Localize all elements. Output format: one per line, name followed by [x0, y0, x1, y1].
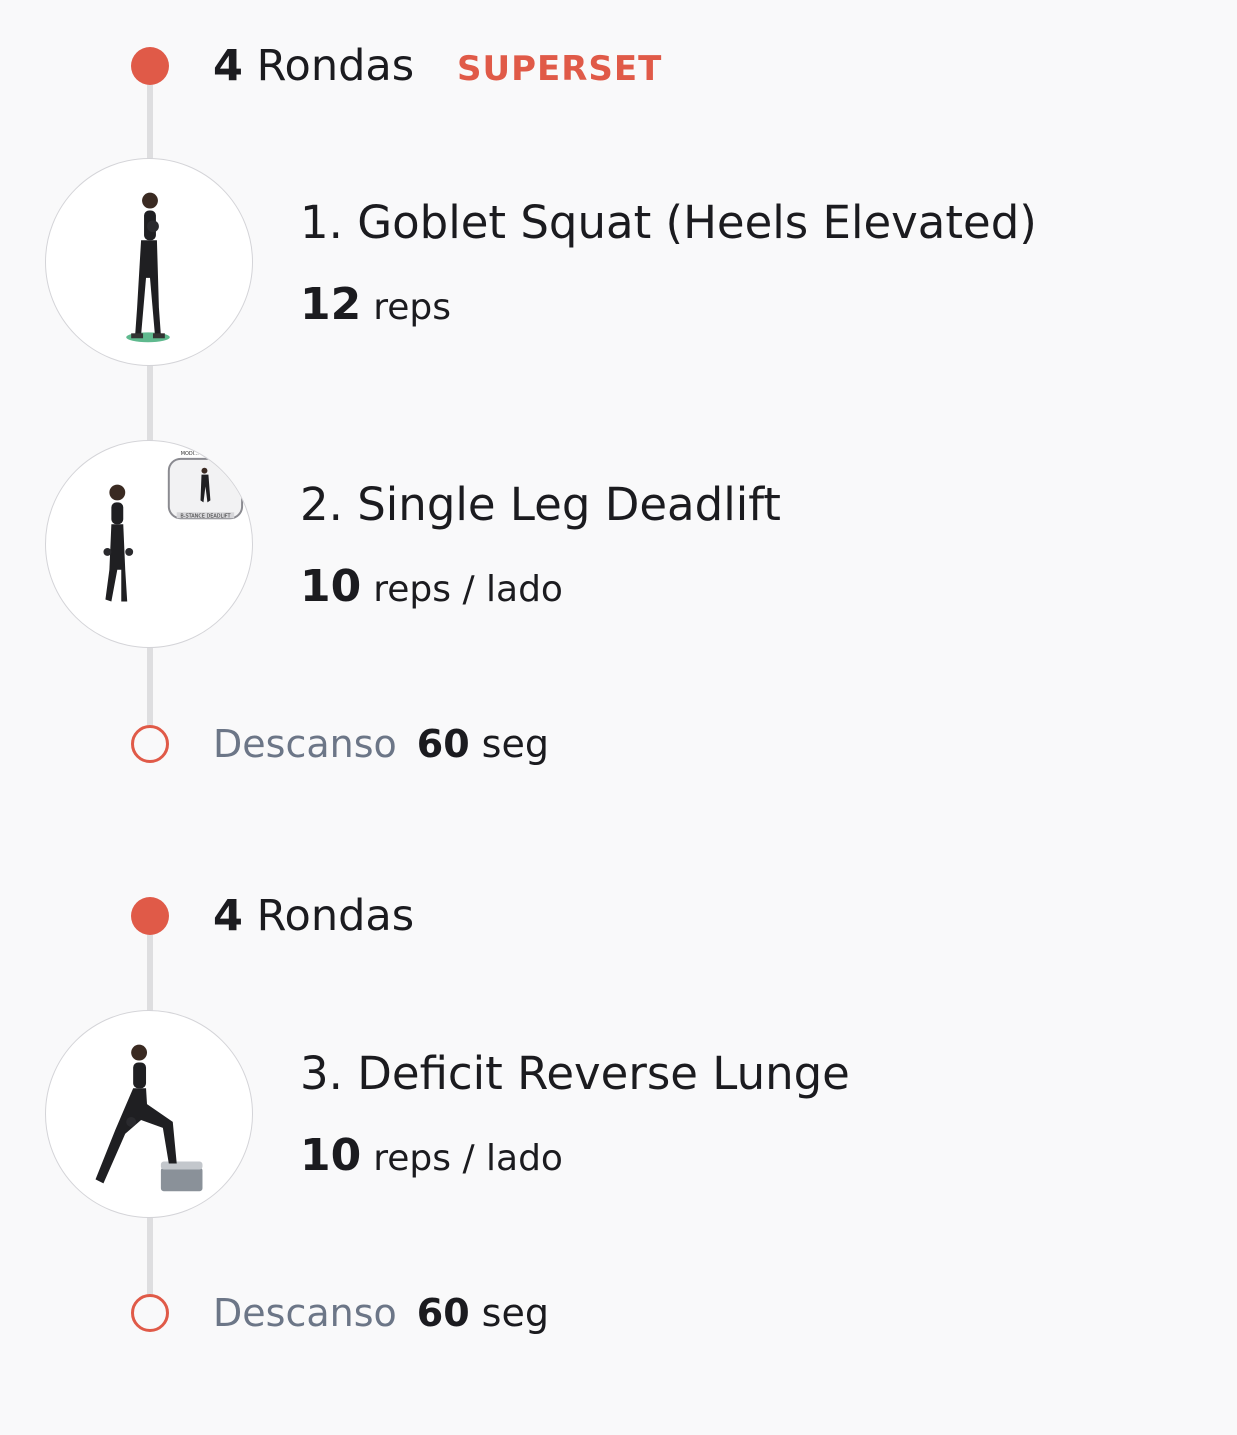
rest-value: 60 — [416, 722, 470, 766]
reps-count: 10 — [300, 1130, 362, 1181]
exercise-reps: 12 reps — [300, 280, 451, 333]
deficit-reverse-lunge-icon — [95, 1044, 203, 1192]
reps-unit: reps / lado — [373, 569, 563, 610]
reps-unit: reps — [373, 287, 451, 328]
rest-unit: seg — [481, 1291, 549, 1335]
exercise-thumbnail[interactable] — [45, 158, 253, 366]
inset-badge: MODI... — [181, 451, 200, 457]
exercise-title[interactable]: 2. Single Leg Deadlift — [300, 478, 781, 532]
rest-value: 60 — [416, 1291, 470, 1335]
single-leg-deadlift-icon: B-STANCE DEADLIFT MODI... — [103, 451, 244, 602]
goblet-squat-icon — [126, 192, 170, 343]
reps-unit: reps / lado — [373, 1138, 563, 1179]
rounds-label: Rondas — [256, 41, 415, 91]
rest-row: Descanso 60 seg — [213, 1289, 549, 1337]
exercise-title[interactable]: 1. Goblet Squat (Heels Elevated) — [300, 196, 1037, 250]
rounds-heading: 4 Rondas — [213, 41, 414, 91]
reps-count: 10 — [300, 561, 362, 612]
rounds-heading: 4 Rondas — [213, 891, 414, 941]
rest-row: Descanso 60 seg — [213, 720, 549, 768]
rest-unit: seg — [481, 722, 549, 766]
exercise-reps: 10 reps / lado — [300, 562, 563, 615]
exercise-title[interactable]: 3. Deficit Reverse Lunge — [300, 1047, 850, 1101]
exercise-thumbnail[interactable]: B-STANCE DEADLIFT MODI... — [45, 440, 253, 648]
rest-label: Descanso — [213, 1291, 397, 1335]
rounds-count: 4 — [213, 891, 243, 941]
rounds-label: Rondas — [256, 891, 415, 941]
rounds-count: 4 — [213, 41, 243, 91]
rest-marker-dot — [131, 725, 169, 763]
rest-marker-dot — [131, 1294, 169, 1332]
rest-label: Descanso — [213, 722, 397, 766]
exercise-reps: 10 reps / lado — [300, 1131, 563, 1184]
reps-count: 12 — [300, 279, 362, 330]
round-marker-dot — [131, 47, 169, 85]
round-marker-dot — [131, 897, 169, 935]
inset-caption: B-STANCE DEADLIFT — [180, 513, 231, 519]
superset-tag: SUPERSET — [457, 49, 663, 89]
exercise-thumbnail[interactable] — [45, 1010, 253, 1218]
